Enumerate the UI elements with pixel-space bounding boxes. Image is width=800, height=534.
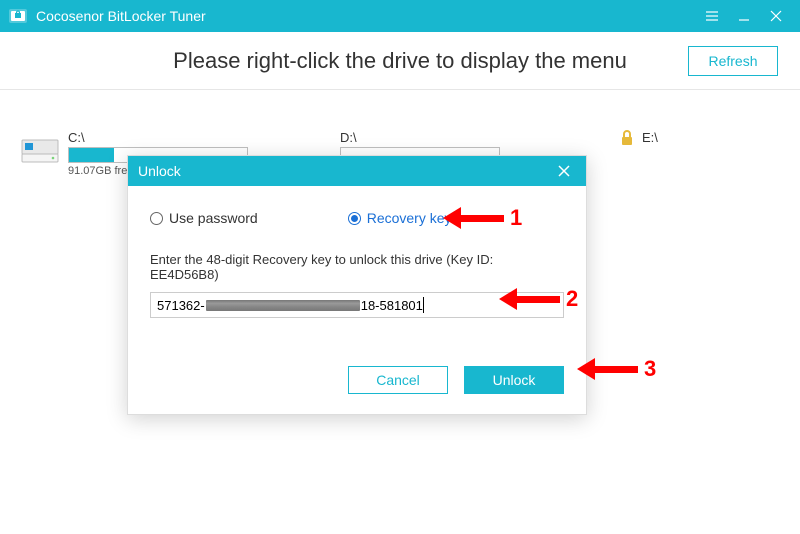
radio-use-password[interactable]: Use password xyxy=(150,210,258,226)
redacted-segment xyxy=(206,300,360,311)
unlock-method-radios: Use password Recovery key xyxy=(150,210,564,226)
page-instruction: Please right-click the drive to display … xyxy=(173,48,627,74)
radio-icon xyxy=(348,212,361,225)
lock-icon xyxy=(620,130,634,146)
dialog-close-button[interactable] xyxy=(552,159,576,183)
drive-label: E:\ xyxy=(642,130,680,145)
annotation-3: 3 xyxy=(594,356,656,382)
recovery-key-input[interactable]: 571362-18-581801 xyxy=(150,292,564,318)
close-button[interactable] xyxy=(760,4,792,28)
refresh-button[interactable]: Refresh xyxy=(688,46,778,76)
header: Please right-click the drive to display … xyxy=(0,32,800,90)
minimize-button[interactable] xyxy=(728,4,760,28)
unlock-dialog: Unlock Use password Recovery key Enter t… xyxy=(127,155,587,415)
titlebar: Cocosenor BitLocker Tuner xyxy=(0,0,800,32)
drive-e[interactable]: E:\ xyxy=(620,130,680,177)
app-logo-icon xyxy=(8,6,28,26)
window-menu-button[interactable] xyxy=(696,4,728,28)
drive-icon xyxy=(20,134,60,166)
text-cursor xyxy=(423,297,424,313)
unlock-button[interactable]: Unlock xyxy=(464,366,564,394)
app-title: Cocosenor BitLocker Tuner xyxy=(36,8,696,24)
drive-label: D:\ xyxy=(340,130,500,145)
radio-recovery-key[interactable]: Recovery key xyxy=(348,210,452,226)
recovery-key-prompt: Enter the 48-digit Recovery key to unloc… xyxy=(150,252,564,282)
drive-label: C:\ xyxy=(68,130,248,145)
radio-label: Recovery key xyxy=(367,210,452,226)
dialog-titlebar: Unlock xyxy=(128,156,586,186)
dialog-title: Unlock xyxy=(138,163,181,179)
radio-label: Use password xyxy=(169,210,258,226)
cancel-button[interactable]: Cancel xyxy=(348,366,448,394)
radio-icon xyxy=(150,212,163,225)
